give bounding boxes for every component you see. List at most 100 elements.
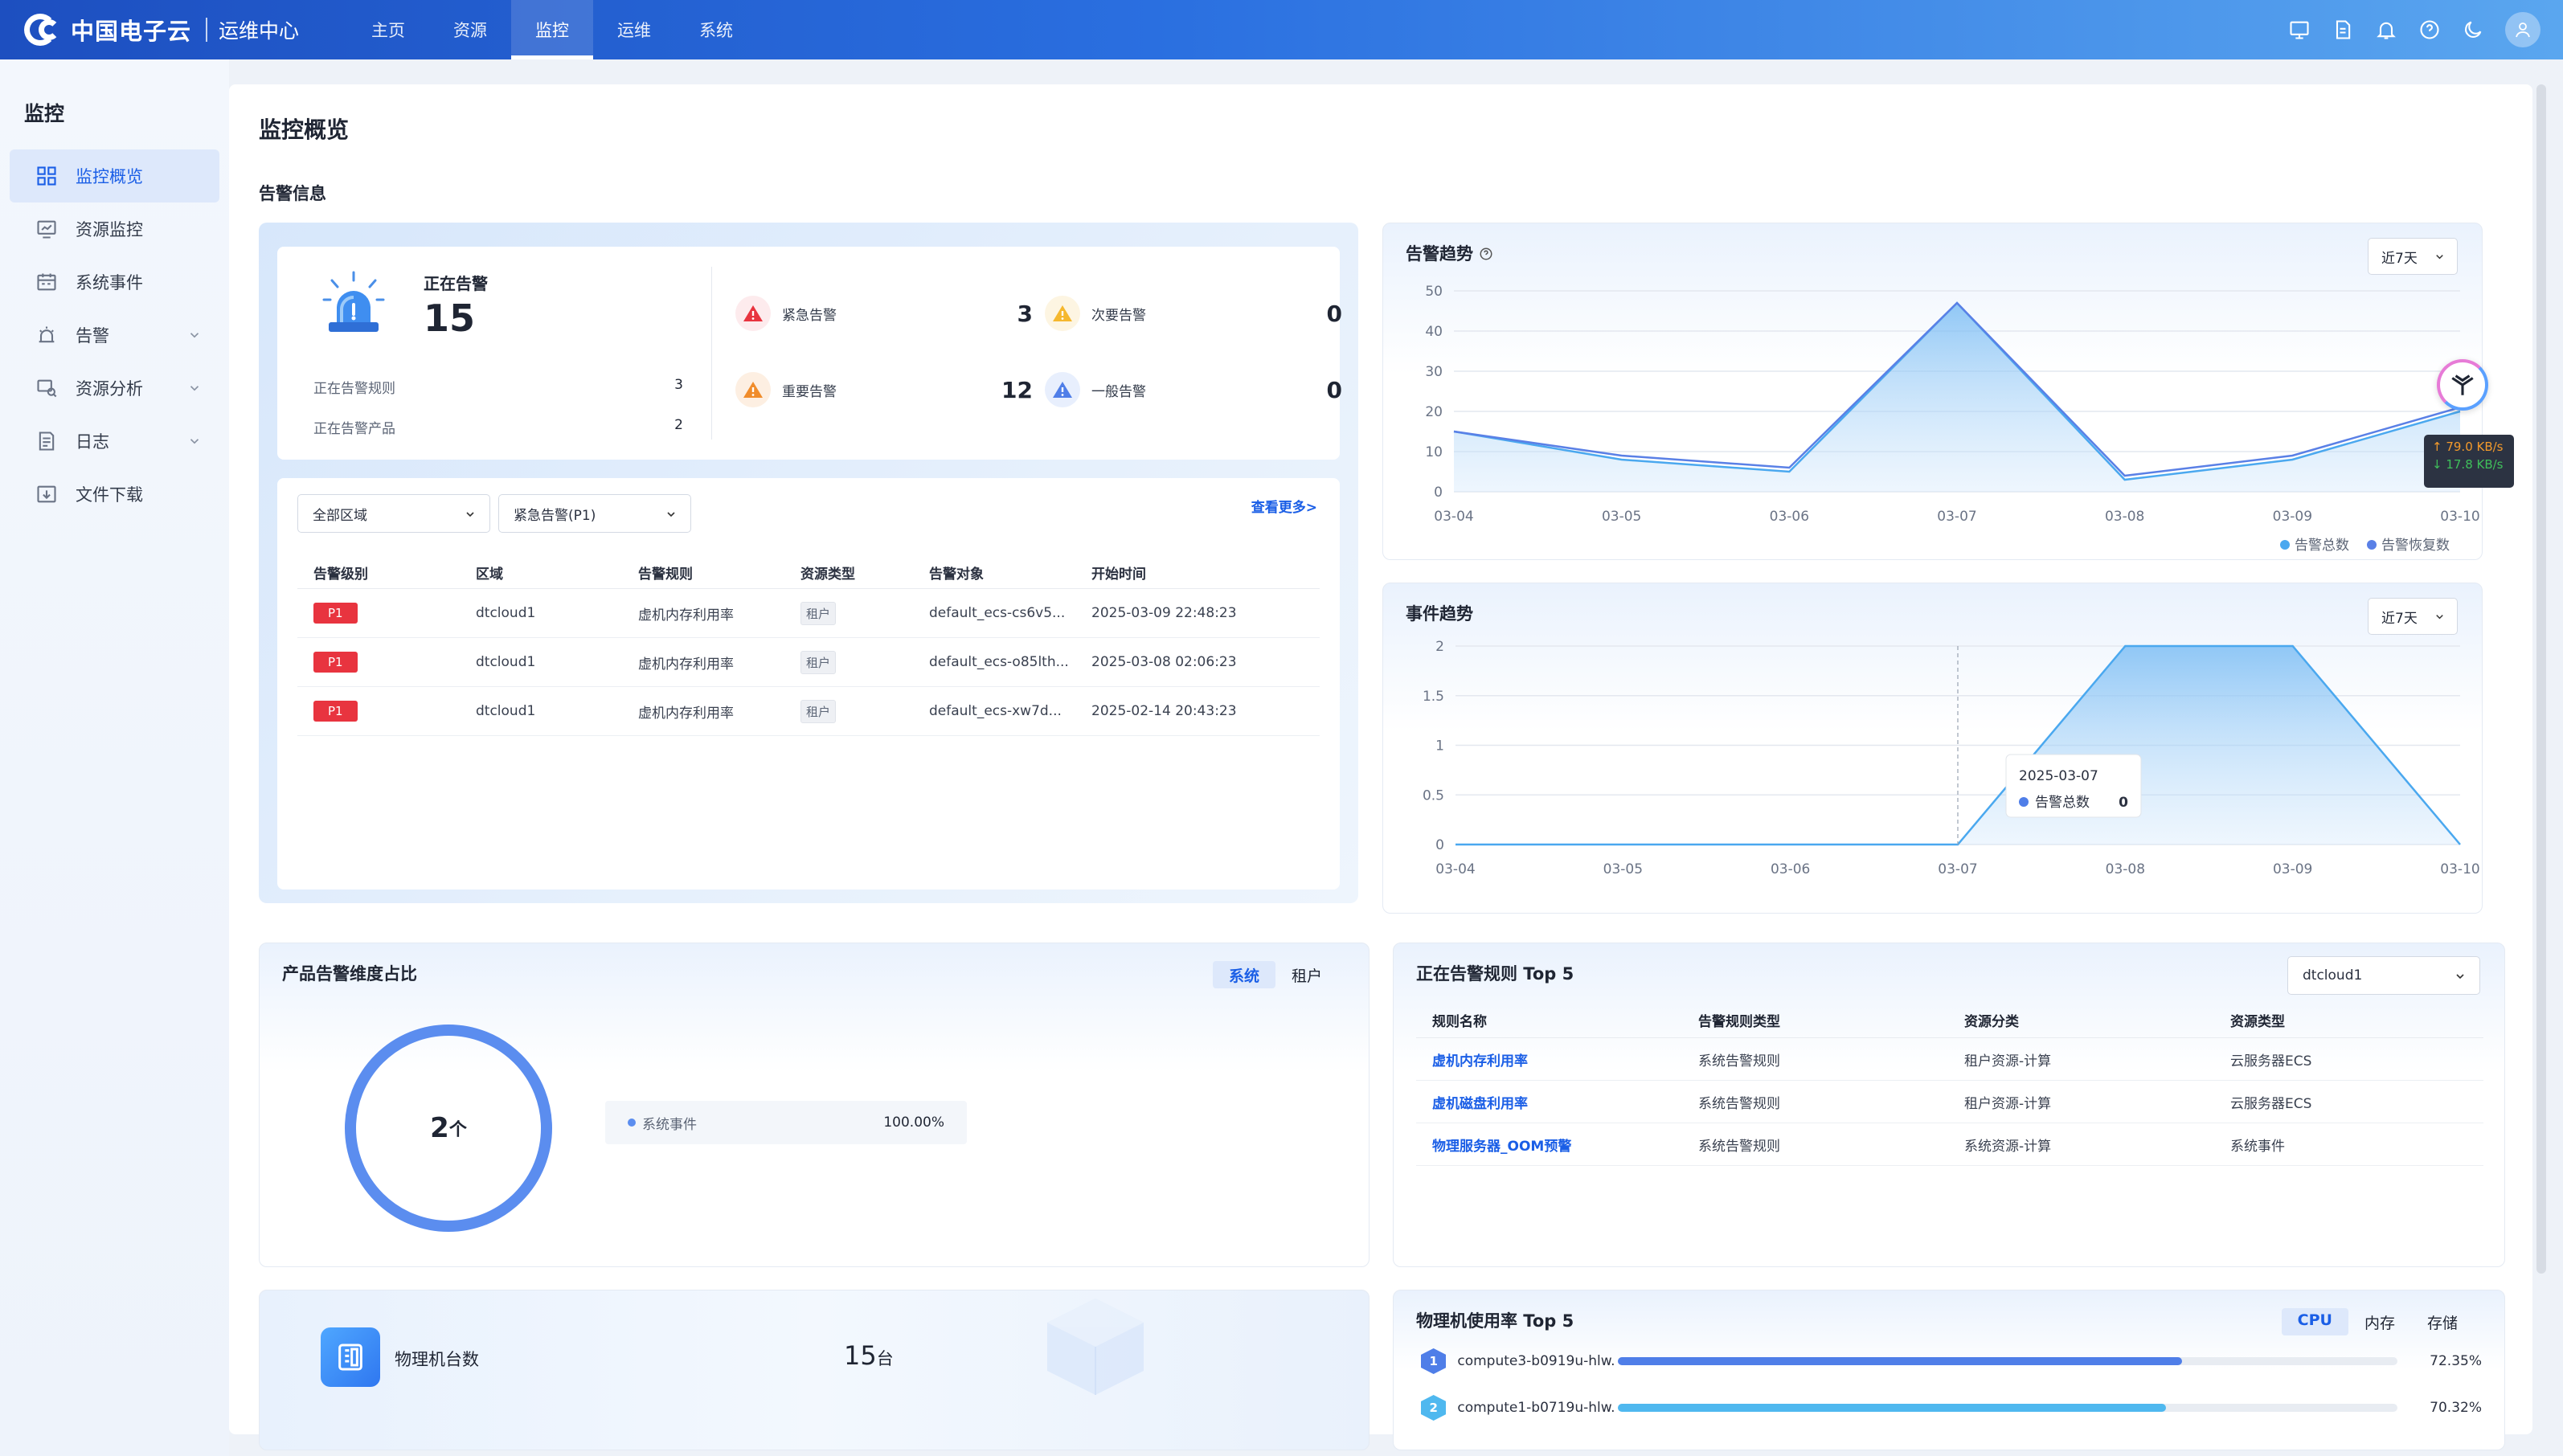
region-select[interactable]: 全部区域 bbox=[297, 494, 490, 533]
sidebar-item-logs[interactable]: 日志 bbox=[10, 415, 219, 468]
sidebar-title: 监控 bbox=[24, 102, 65, 125]
document-icon[interactable] bbox=[2332, 18, 2354, 41]
sidebar-item-alarms[interactable]: 告警 bbox=[10, 309, 219, 362]
user-avatar[interactable] bbox=[2505, 12, 2540, 47]
dashboard-icon bbox=[37, 166, 56, 186]
level-minor[interactable]: 次要告警 0 bbox=[1045, 293, 1342, 333]
moon-icon[interactable] bbox=[2462, 18, 2484, 41]
cell-rule: 虚机内存利用率 bbox=[638, 607, 734, 624]
product-dimension-tabs: 系统 租户 bbox=[1212, 961, 1338, 988]
nav-operations[interactable]: 运维 bbox=[593, 0, 675, 59]
legend-dot bbox=[2367, 540, 2377, 550]
level-name: 紧急告警 bbox=[782, 307, 837, 324]
physical-label: 物理机台数 bbox=[395, 1350, 479, 1369]
physical-count: 15台 bbox=[844, 1340, 894, 1371]
chevron-down-icon bbox=[190, 333, 199, 338]
legend-label[interactable]: 告警恢复数 bbox=[2381, 538, 2450, 554]
x-tick-label: 03-04 bbox=[1434, 509, 1473, 525]
table-row[interactable]: P1 dtcloud1 虚机内存利用率 租户 default_ecs-xw7d.… bbox=[297, 687, 1320, 736]
host-name: compute3-b0919u-hlw... bbox=[1457, 1353, 1615, 1369]
alert-trend-chart: 0 10 20 30 40 50 03-04 03-05 03-06 03-07 03-08 03-0… bbox=[1425, 284, 2479, 554]
level-value: 3 bbox=[1017, 300, 1033, 327]
header-actions bbox=[2288, 0, 2540, 59]
alarm-icon bbox=[39, 326, 55, 343]
sidebar-item-file-download[interactable]: 文件下载 bbox=[10, 468, 219, 521]
level-normal[interactable]: 一般告警 0 bbox=[1045, 370, 1342, 410]
tooltip-dot bbox=[2019, 797, 2029, 807]
level-major[interactable]: 重要告警 12 bbox=[735, 370, 1033, 410]
rule-name-link[interactable]: 物理服务器_OOM预警 bbox=[1416, 1135, 1682, 1155]
analysis-icon bbox=[37, 379, 57, 398]
bell-icon[interactable] bbox=[2375, 18, 2397, 41]
screen-icon[interactable] bbox=[2288, 18, 2311, 41]
physical-machines-card: 物理机台数 15台 bbox=[259, 1290, 1370, 1450]
rule-name-link[interactable]: 虚机磁盘利用率 bbox=[1416, 1092, 1682, 1112]
event-trend-chart: 0 0.5 1 1.5 2 03-04 03-05 03-06 03-07 03-08 03-09 0… bbox=[1423, 639, 2480, 877]
logo[interactable]: 中国电子云 运维中心 bbox=[24, 0, 299, 59]
legend-value: 100.00% bbox=[883, 1114, 944, 1131]
table-row[interactable]: P1 dtcloud1 虚机内存利用率 租户 default_ecs-o85lt… bbox=[297, 638, 1320, 687]
nav-resources[interactable]: 资源 bbox=[429, 0, 511, 59]
sidebar-item-overview[interactable]: 监控概览 bbox=[10, 149, 219, 202]
sidebar-item-resource-analysis[interactable]: 资源分析 bbox=[10, 362, 219, 415]
x-tick-label: 03-07 bbox=[1938, 861, 1977, 877]
rules-region-select[interactable]: dtcloud1 bbox=[2287, 956, 2480, 995]
scrollbar[interactable] bbox=[2536, 84, 2546, 1274]
nav-home[interactable]: 主页 bbox=[347, 0, 429, 59]
y-tick-label: 2 bbox=[1435, 639, 1444, 655]
rule-name-link[interactable]: 虚机内存利用率 bbox=[1416, 1049, 1682, 1070]
usage-row[interactable]: 1 compute3-b0919u-hlw... 72.35% bbox=[1421, 1345, 2482, 1377]
tooltip-value: 0 bbox=[2119, 795, 2128, 811]
active-rules-value: 3 bbox=[674, 377, 683, 393]
nav-monitoring[interactable]: 监控 bbox=[511, 0, 594, 59]
alert-summary: 正在告警 15 正在告警规则 3 正在告警产品 2 紧急告警 3 次要告警 0 … bbox=[277, 247, 1342, 460]
cell-category: 系统资源-计算 bbox=[1964, 1138, 2052, 1155]
tab-memory[interactable]: 内存 bbox=[2348, 1308, 2411, 1335]
sidebar-item-resource-monitor[interactable]: 资源监控 bbox=[10, 202, 219, 256]
y-tick-label: 1.5 bbox=[1423, 689, 1444, 705]
product-dimension-card: 产品告警维度占比 系统 租户 2个 系统事件 100.00% bbox=[259, 943, 1370, 1267]
physical-unit: 台 bbox=[876, 1349, 894, 1368]
usage-tabs: CPU 内存 存储 bbox=[2281, 1308, 2474, 1335]
usage-top5-card: 物理机使用率 Top 5 CPU 内存 存储 1 compute3-b0919u-… bbox=[1393, 1290, 2505, 1450]
cell-region: dtcloud1 bbox=[476, 605, 536, 621]
view-more-link[interactable]: 查看更多> bbox=[1251, 496, 1317, 516]
rank-badge: 1 bbox=[1421, 1348, 1447, 1374]
level-value: 0 bbox=[1326, 376, 1342, 403]
chevron-down-icon bbox=[190, 386, 199, 391]
alert-list: 全部区域 紧急告警(P1) 查看更多> 告警级别 区域 告警规则 资源类型 告警… bbox=[277, 478, 1340, 890]
table-header: 告警级别 区域 告警规则 资源类型 告警对象 开始时间 bbox=[297, 557, 1320, 589]
tab-tenant[interactable]: 租户 bbox=[1275, 961, 1338, 988]
legend-label[interactable]: 告警总数 bbox=[2295, 538, 2349, 554]
section-title-alerts: 告警信息 bbox=[259, 184, 326, 203]
usage-row[interactable]: 2 compute1-b0719u-hlw... 70.32% bbox=[1421, 1392, 2482, 1424]
cell-object: default_ecs-xw7d... bbox=[929, 703, 1062, 719]
table-row[interactable]: P1 dtcloud1 虚机内存利用率 租户 default_ecs-cs6v5… bbox=[297, 589, 1320, 638]
col-type: 资源类型 bbox=[800, 566, 855, 583]
x-tick-label: 03-08 bbox=[2106, 861, 2145, 877]
tab-storage[interactable]: 存储 bbox=[2411, 1308, 2474, 1335]
cell-time: 2025-02-14 20:43:23 bbox=[1091, 703, 1237, 719]
normal-warning-icon bbox=[1045, 372, 1080, 407]
main-content: 监控概览 告警信息 正在告警 15 正在告警规则 3 正在告警产品 2 紧急告警… bbox=[229, 84, 2532, 1450]
level-value: 12 bbox=[1001, 376, 1033, 403]
log-icon bbox=[39, 431, 55, 451]
sidebar-item-label: 资源分析 bbox=[76, 379, 143, 399]
main-nav: 主页 资源 监控 运维 系统 bbox=[347, 0, 757, 59]
network-speed-widget: ↑ 79.0 KB/s ↓ 17.8 KB/s bbox=[2424, 435, 2514, 488]
table-row: 虚机内存利用率 系统告警规则 租户资源-计算 云服务器ECS bbox=[1416, 1038, 2483, 1081]
assistant-float-button[interactable] bbox=[2437, 359, 2488, 411]
cell-region: dtcloud1 bbox=[476, 654, 536, 670]
level-critical[interactable]: 紧急告警 3 bbox=[735, 293, 1033, 333]
x-tick-label: 03-06 bbox=[1770, 509, 1809, 525]
level-badge: P1 bbox=[313, 603, 358, 624]
physical-value: 15 bbox=[844, 1340, 877, 1371]
nav-system[interactable]: 系统 bbox=[675, 0, 757, 59]
tab-cpu[interactable]: CPU bbox=[2281, 1308, 2348, 1335]
type-badge: 租户 bbox=[800, 699, 837, 723]
level-select[interactable]: 紧急告警(P1) bbox=[498, 494, 691, 533]
sidebar-item-system-events[interactable]: 系统事件 bbox=[10, 256, 219, 309]
help-icon[interactable] bbox=[2418, 18, 2441, 41]
level-name: 重要告警 bbox=[782, 383, 837, 400]
tab-system[interactable]: 系统 bbox=[1212, 961, 1275, 988]
